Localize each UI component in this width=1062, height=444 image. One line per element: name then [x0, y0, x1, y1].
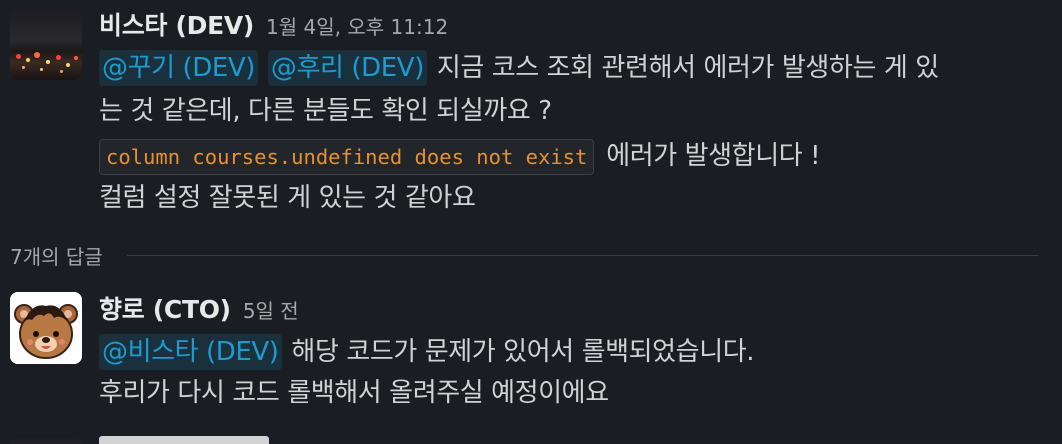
replies-divider: 7개의 답글 — [10, 240, 1038, 270]
message-text-1: 지금 코스 조회 관련해서 에러가 발생하는 게 있 — [436, 53, 939, 83]
next-message-sender-partial — [99, 436, 279, 444]
thread-view: 비스타 (DEV) 1월 4일, 오후 11:12 @꾸기 (DEV) @후리 … — [0, 0, 1062, 444]
mention-huri[interactable]: @후리 (DEV) — [267, 50, 427, 86]
vista-avatar[interactable] — [10, 8, 82, 80]
replies-count-label: 7개의 답글 — [10, 244, 103, 269]
message-timestamp[interactable]: 1월 4일, 오후 11:12 — [266, 11, 448, 40]
reply-timestamp[interactable]: 5일 전 — [243, 295, 299, 324]
next-message-avatar[interactable] — [10, 436, 82, 444]
reply-line-2: 후리가 다시 코드 롤백해서 올려주실 예정이에요 — [99, 378, 609, 408]
hyangro-avatar[interactable] — [10, 292, 82, 364]
reply-header: 향로 (CTO) 5일 전 — [99, 290, 299, 326]
reply-line-1: @비스타 (DEV) 해당 코드가 문제가 있어서 롤백되었습니다. — [99, 333, 755, 371]
reply-text-1: 해당 코드가 문제가 있어서 롤백되었습니다. — [291, 337, 755, 367]
bear-icon — [10, 292, 82, 364]
message-header: 비스타 (DEV) 1월 4일, 오후 11:12 — [99, 6, 448, 42]
mention-vista[interactable]: @비스타 (DEV) — [99, 334, 282, 370]
sender-name[interactable]: 비스타 (DEV) — [99, 6, 254, 42]
message-line-3: column courses.undefined does not exist … — [99, 137, 821, 175]
message-line-1: @꾸기 (DEV) @후리 (DEV) 지금 코스 조회 관련해서 에러가 발생… — [99, 49, 939, 87]
message-line-2: 는 것 같은데, 다른 분들도 확인 되실까요 ? — [99, 96, 552, 126]
mention-kkugi[interactable]: @꾸기 (DEV) — [99, 50, 259, 86]
divider-line — [126, 254, 1038, 256]
message-line-4: 컬럼 설정 잘못된 게 있는 것 같아요 — [99, 183, 476, 213]
inline-code: column courses.undefined does not exist — [99, 139, 595, 175]
message-text-3: 에러가 발생합니다 ! — [606, 141, 821, 171]
reply-sender-name[interactable]: 향로 (CTO) — [99, 290, 231, 326]
